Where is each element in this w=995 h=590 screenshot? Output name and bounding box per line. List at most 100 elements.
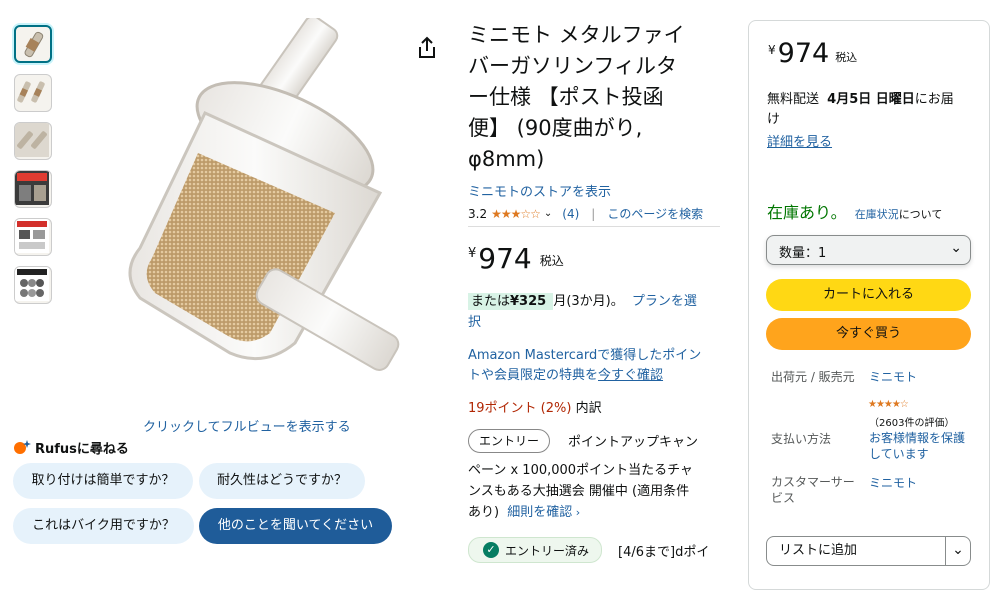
product-title: ミニモト メタルファイ バーガソリンフィルタ ー仕様 【ポスト投函 便】 (90… [468, 20, 728, 175]
product-title-line: バーガソリンフィルタ [468, 54, 677, 78]
ships-from-label: 出荷元 / 販売元 [771, 370, 855, 384]
campaign-line: あり) [468, 505, 500, 520]
terms-link[interactable]: 細則を確認 [507, 505, 572, 520]
tax-label: 税込 [539, 254, 564, 268]
rufus-icon [13, 438, 31, 456]
infographic-icon [15, 171, 49, 205]
add-to-cart-button[interactable]: カートに入れる [766, 279, 971, 311]
search-page-link[interactable]: このページを検索 [607, 205, 703, 222]
currency-symbol: ¥ [768, 43, 776, 57]
store-link[interactable]: ミニモトのストアを表示 [468, 181, 611, 200]
quantity-label: 数量：1 [779, 246, 827, 261]
chevron-down-icon[interactable]: ⌄ [544, 208, 552, 219]
checkmark-icon: ✓ [483, 542, 499, 558]
installment-row: または¥325 月(3か月)。 プランを選 択 [468, 291, 723, 333]
product-title-line: ミニモト メタルファイ [468, 23, 685, 47]
entry-done-badge: ✓ エントリー済み [468, 537, 603, 563]
chevron-down-icon[interactable]: ⌄ [945, 537, 970, 565]
delivery-details-link[interactable]: 詳細を見る [767, 131, 832, 150]
delivery-suffix-cont: け [767, 112, 781, 127]
rating-row: 3.2 ★★★☆☆ ⌄ (4) | このページを検索 [468, 205, 703, 222]
fuel-filter-pair-icon [17, 81, 45, 103]
payment-label: 支払い方法 [771, 432, 832, 446]
campaign-description: ペーン x 100,000ポイント当たるチャ ンスもある大抽選会 開催中 (適用… [468, 460, 723, 523]
installment-amount: ¥325 [510, 294, 547, 309]
rufus-chip-bike[interactable]: これはバイク用ですか？ [13, 508, 194, 544]
share-icon[interactable] [416, 36, 438, 60]
campaign-line: ンスもある大抽選会 開催中 (適用条件 [468, 484, 690, 499]
delivery-info: 無料配送 4月5日 日曜日にお届 け [767, 90, 977, 130]
installment-prefix: または [471, 294, 511, 309]
installment-plan-link[interactable]: プランを選 [632, 294, 697, 309]
fuel-filter-image [128, 15, 400, 371]
payment-link-line[interactable]: お客様情報を保護 [869, 430, 965, 446]
customer-service-line: カスタマーサー [771, 475, 855, 489]
stock-status: 在庫あり。 [767, 203, 847, 222]
mastercard-promo: Amazon Mastercardで獲得したポイン トや会員限定の特典を今すぐ確… [468, 346, 723, 386]
thumbnail-6[interactable] [14, 266, 52, 304]
points-breakdown[interactable]: 内訳 [576, 401, 602, 416]
delivery-suffix: にお届 [914, 92, 954, 107]
seller-rating-count: （2603件の評価） [869, 418, 955, 429]
rufus-title: Rufusに尋ねる [35, 442, 129, 457]
installment-badge: または¥325 [468, 293, 554, 310]
star-rating-icon[interactable]: ★★★☆☆ [491, 207, 541, 221]
fuel-filter-pair-icon [15, 123, 49, 157]
buy-now-button[interactable]: 今すぐ買う [766, 318, 971, 350]
entry-done-label: エントリー済み [505, 543, 590, 558]
thumbnail-4[interactable] [14, 170, 52, 208]
product-title-line: 便】 (90度曲がり, [468, 116, 643, 140]
add-to-list-button[interactable]: リストに追加 ⌄ [766, 536, 971, 566]
customer-service-label: カスタマーサー ビス [771, 474, 855, 506]
installment-suffix: 月(3か月)。 [553, 294, 624, 309]
campaign-text: ポイントアップキャン [568, 435, 699, 450]
full-view-link[interactable]: クリックしてフルビューを表示する [143, 416, 351, 435]
thumbnail-3[interactable] [14, 122, 52, 160]
mastercard-line[interactable]: Amazon Mastercardで獲得したポイン [468, 346, 723, 366]
thumbnail-1[interactable] [14, 25, 52, 63]
quantity-select[interactable]: 数量：1 ⌄ [766, 235, 971, 265]
main-product-image[interactable] [80, 15, 420, 418]
chevron-right-icon: › [572, 506, 581, 519]
currency-symbol: ¥ [468, 246, 477, 261]
thumbnail-2[interactable] [14, 74, 52, 112]
stock-suffix: について [898, 208, 943, 221]
stock-link[interactable]: 在庫状況 [855, 206, 899, 222]
price-value: 974 [777, 38, 830, 69]
ships-from-value[interactable]: ミニモト [869, 368, 917, 385]
product-title-line: ー仕様 【ポスト投函 [468, 85, 664, 109]
check-now-link[interactable]: 今すぐ確認 [598, 368, 663, 383]
chevron-down-icon: ⌄ [950, 240, 962, 256]
rufus-chip-durability[interactable]: 耐久性はどうですか？ [199, 463, 365, 499]
mastercard-line[interactable]: トや会員限定の特典を [468, 368, 598, 383]
buybox-price: ¥ 974 税込 [768, 38, 857, 70]
infographic-icon [15, 219, 49, 253]
divider [468, 226, 720, 227]
stock-row: 在庫あり。 在庫状況 について [767, 199, 942, 223]
customer-service-value[interactable]: ミニモト [869, 474, 917, 491]
price-value: 974 [478, 242, 532, 275]
product-title-line: φ8mm) [468, 147, 545, 171]
infographic-icon [15, 267, 49, 301]
divider: | [591, 206, 596, 221]
points-row: 19ポイント (2%) 内訳 [468, 397, 602, 416]
customer-service-line: ビス [771, 491, 796, 505]
rating-value: 3.2 [468, 206, 488, 221]
entry-button[interactable]: エントリー [468, 429, 551, 453]
fuel-filter-icon [24, 31, 44, 58]
delivery-prefix: 無料配送 [767, 92, 820, 107]
rufus-chip-install[interactable]: 取り付けは簡単ですか？ [13, 463, 193, 499]
thumbnail-5[interactable] [14, 218, 52, 256]
rufus-chip-ask-other[interactable]: 他のことを聞いてください [199, 508, 392, 544]
payment-link[interactable]: お客様情報を保護 しています [869, 430, 965, 462]
payment-link-line[interactable]: しています [869, 446, 965, 462]
campaign2-text: [4/6まで]dポイ [618, 545, 710, 560]
add-to-list-label: リストに追加 [779, 543, 858, 558]
tax-label: 税込 [835, 51, 858, 64]
delivery-date: 4月5日 日曜日 [827, 92, 915, 107]
points-value: 19ポイント (2%) [468, 401, 572, 416]
rating-count-link[interactable]: (4) [562, 207, 579, 221]
price-block: ¥ 974 税込 [468, 242, 564, 276]
installment-plan-link-cont[interactable]: 択 [468, 315, 481, 330]
campaign-line: ペーン x 100,000ポイント当たるチャ [468, 463, 693, 478]
